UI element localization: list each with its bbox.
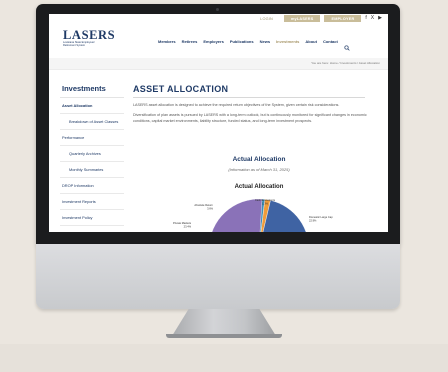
pie-label-value-2: 23.4% — [184, 224, 192, 228]
sidebar-title: Investments — [60, 74, 124, 98]
x-icon[interactable]: X — [371, 16, 374, 21]
nav-item-publications[interactable]: Publications — [230, 39, 254, 44]
nav-item-news[interactable]: News — [260, 39, 270, 44]
sidebar-item-performance[interactable]: Performance — [60, 130, 124, 146]
pie-label-name-2: Private Markets — [173, 221, 192, 225]
sidebar-item-investment-policy[interactable]: Investment Policy — [60, 210, 124, 226]
chart-heading: Actual Allocation — [232, 156, 286, 163]
main-nav: Members Retirees Employers Publications … — [158, 38, 350, 51]
monitor-stand — [172, 309, 276, 336]
pie-slice-private-markets[interactable] — [209, 198, 263, 232]
intro-paragraph: LASERS asset allocation is designed to a… — [133, 103, 340, 107]
site-header: LASERS Louisiana State Employees' Retire… — [49, 23, 388, 59]
sidebar-item-investment-reports[interactable]: Investment Reports — [60, 194, 124, 210]
sidebar: Investments Asset Allocation Breakdown o… — [60, 74, 124, 226]
monitor-stand-base — [166, 334, 282, 338]
pie-label-name-3: Absolute Return — [194, 203, 213, 207]
mylasers-button[interactable]: myLASERS — [283, 15, 321, 22]
nav-item-retirees[interactable]: Retirees — [182, 39, 198, 44]
utility-bar: LOGIN myLASERS EMPLOYER f X ▶ — [49, 14, 388, 23]
pie-label-name-1: Domestic Large Cap — [309, 215, 333, 219]
chart-title: Actual Allocation — [234, 184, 284, 190]
screen: LOGIN myLASERS EMPLOYER f X ▶ LASERS Lou… — [49, 14, 388, 232]
nav-item-members[interactable]: Members — [158, 39, 176, 44]
employer-button[interactable]: EMPLOYER — [324, 15, 362, 22]
monitor-chin — [36, 244, 400, 309]
sidebar-item-quarterly-archives[interactable]: Quarterly Archives — [60, 146, 124, 162]
page-title: ASSET ALLOCATION — [133, 84, 229, 94]
sidebar-item-monthly-summaries[interactable]: Monthly Summaries — [60, 162, 124, 178]
title-divider — [133, 97, 365, 98]
login-link[interactable]: LOGIN — [253, 15, 280, 22]
nav-item-about[interactable]: About — [305, 39, 317, 44]
sidebar-item-breakdown[interactable]: Breakdown of Asset Classes — [60, 114, 124, 130]
nav-item-contact[interactable]: Contact — [323, 39, 338, 44]
nav-item-employers[interactable]: Employers — [203, 39, 223, 44]
imac-mockup: LOGIN myLASERS EMPLOYER f X ▶ LASERS Lou… — [0, 0, 448, 372]
pie-label-value-0: 1.3% — [262, 201, 269, 205]
sidebar-item-drop-information[interactable]: DROP Information — [60, 178, 124, 194]
youtube-icon[interactable]: ▶ — [378, 16, 382, 21]
search-icon[interactable] — [344, 38, 350, 51]
chart-subheading: (Information as of March 31, 2025) — [228, 167, 290, 172]
main-content: ASSET ALLOCATION LASERS asset allocation… — [133, 84, 385, 124]
pie-label-value-1: 22.9% — [309, 218, 317, 222]
facebook-icon[interactable]: f — [365, 16, 366, 21]
breadcrumb: You are here: Home / Investments / Asset… — [311, 61, 380, 65]
pie-label-name-0: Cash Equivalents — [255, 198, 276, 202]
camera-dot — [216, 8, 219, 11]
logo-wordmark: LASERS — [63, 28, 116, 42]
allocation-pie-chart: Absolute Return3.6% Cash Equivalents1.3% D… — [173, 198, 333, 232]
breadcrumb-bar: You are here: Home / Investments / Asset… — [49, 58, 388, 70]
nav-item-investments[interactable]: Investments — [276, 39, 299, 44]
sidebar-item-asset-allocation[interactable]: Asset Allocation — [60, 98, 124, 114]
pie-label-value-3: 3.6% — [207, 206, 214, 210]
diversification-paragraph: Diversification of plan assets is pursue… — [133, 113, 367, 123]
site-logo[interactable]: LASERS Louisiana State Employees' Retire… — [63, 29, 115, 47]
